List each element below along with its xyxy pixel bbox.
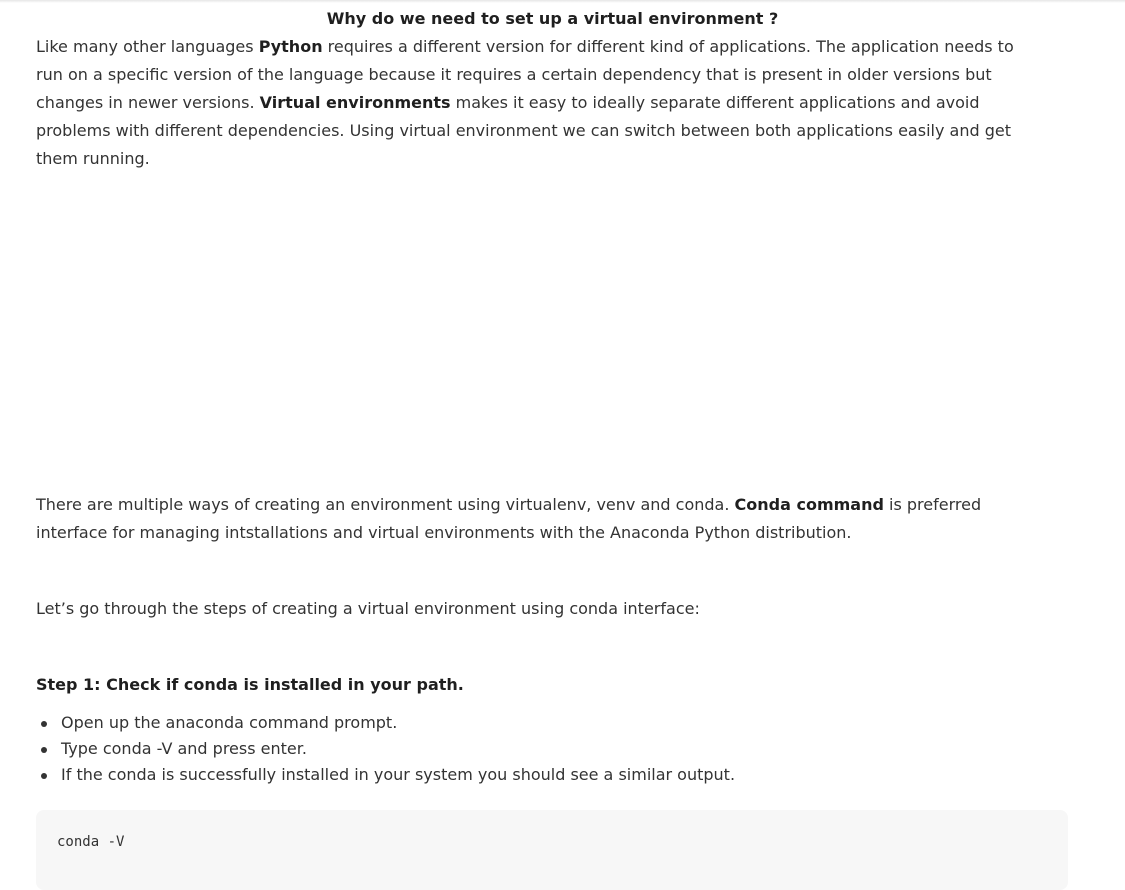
intro-paragraph: Like many other languages Python require…: [36, 33, 1036, 173]
intro-bold-python: Python: [258, 37, 323, 56]
step-1-bullet-list: Open up the anaconda command prompt. Typ…: [36, 710, 735, 788]
top-edge-shadow: [0, 0, 1125, 3]
ways-bold-conda-command: Conda command: [734, 495, 884, 514]
section-heading: Why do we need to set up a virtual envir…: [326, 9, 779, 28]
intro-text-1: Like many other languages: [36, 37, 259, 56]
steps-intro-paragraph: Let’s go through the steps of creating a…: [36, 599, 700, 618]
ways-text-1: There are multiple ways of creating an e…: [36, 495, 735, 514]
ways-paragraph: There are multiple ways of creating an e…: [36, 491, 1036, 547]
list-item: Type conda -V and press enter.: [36, 736, 735, 762]
code-block: conda -V: [36, 810, 1068, 890]
step-1-heading: Step 1: Check if conda is installed in y…: [36, 675, 464, 694]
list-item: Open up the anaconda command prompt.: [36, 710, 735, 736]
intro-bold-virtual-environments: Virtual environments: [259, 93, 451, 112]
code-line: conda -V: [57, 834, 125, 850]
list-item: If the conda is successfully installed i…: [36, 762, 735, 788]
